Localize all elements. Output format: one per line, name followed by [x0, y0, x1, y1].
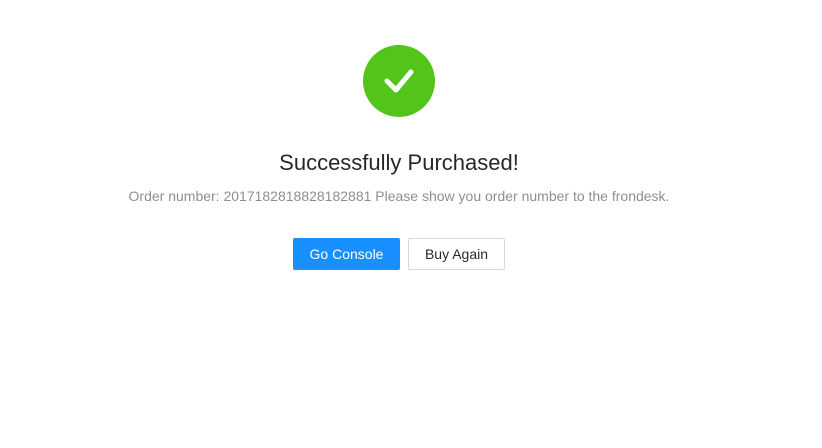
result-actions: Go Console Buy Again: [293, 238, 505, 270]
result-page: Successfully Purchased! Order number: 20…: [0, 0, 822, 448]
checkmark-icon: [384, 69, 414, 93]
go-console-button[interactable]: Go Console: [293, 238, 400, 270]
result-title: Successfully Purchased!: [279, 150, 519, 175]
check-circle-icon: [363, 45, 435, 117]
result-subtitle: Order number: 2017182818828182881 Please…: [128, 188, 670, 204]
buy-again-button[interactable]: Buy Again: [408, 238, 505, 270]
